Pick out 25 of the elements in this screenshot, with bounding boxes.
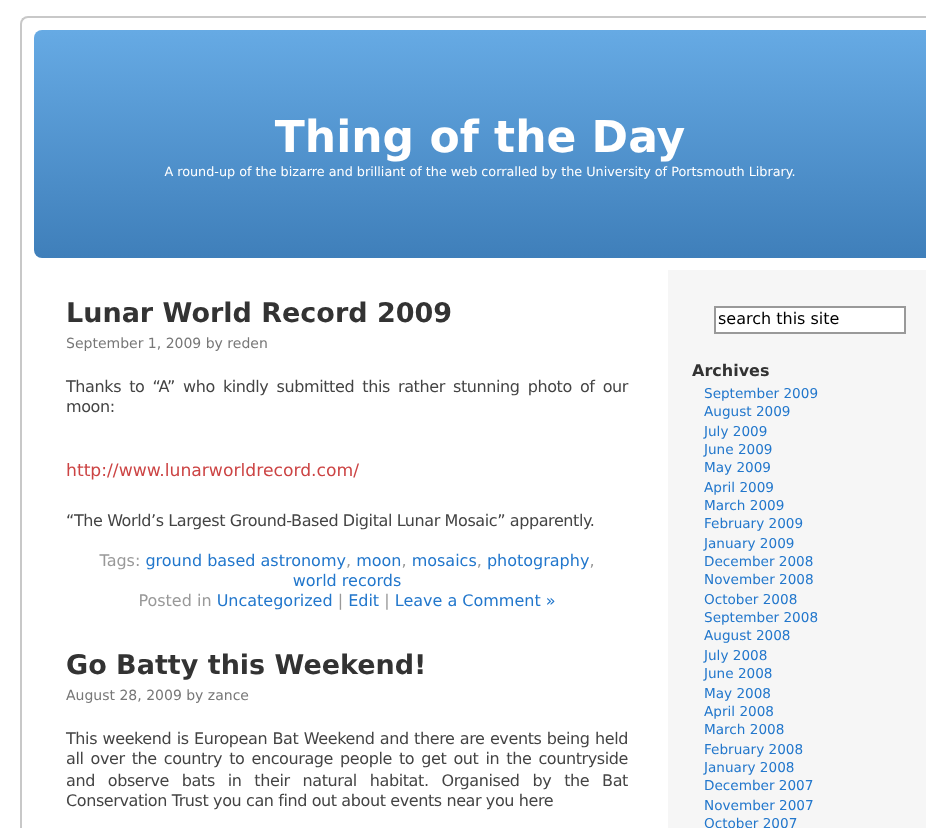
- site-title[interactable]: Thing of the Day: [274, 116, 686, 164]
- post-action-link[interactable]: Edit: [348, 592, 380, 610]
- post-paragraph: “The World’s Largest Ground-Based Digital Lunar Mosaic” apparently.: [66, 511, 597, 532]
- category-link[interactable]: Uncategorized: [216, 592, 333, 610]
- tag-link[interactable]: world records: [292, 572, 402, 590]
- post-title[interactable]: Go Batty this Weekend!: [66, 650, 628, 684]
- post-paragraph: This weekend is European Bat Weekend and there are events being held all over the country to encourage people to get out in the countryside and observe bats in their natural habitat. Organised by the Bat Conservation Trust you can find out about events near you here: [66, 729, 628, 813]
- separator: ,: [401, 552, 409, 570]
- post-title[interactable]: Lunar World Record 2009: [66, 298, 628, 332]
- archives-heading: Archives: [692, 360, 772, 384]
- tag-link[interactable]: mosaics: [411, 552, 477, 570]
- tag-link[interactable]: photography: [486, 552, 590, 570]
- separator: ,: [589, 552, 595, 570]
- post-link[interactable]: http://www.lunarworldrecord.com/: [66, 461, 360, 481]
- posted-label: Posted in: [138, 592, 214, 610]
- separator: |: [335, 592, 346, 610]
- separator: |: [382, 592, 392, 610]
- post-paragraph: Thanks to “A” who kindly submitted this rather stunning photo of our moon:: [66, 377, 628, 419]
- post-action-link[interactable]: Leave a Comment »: [394, 592, 556, 610]
- separator: ,: [345, 552, 354, 570]
- tag-link[interactable]: ground based astronomy: [145, 552, 346, 570]
- tags-label: Tags:: [99, 552, 143, 570]
- search-field[interactable]: search this site: [714, 305, 906, 333]
- separator: ,: [476, 552, 484, 570]
- tag-link[interactable]: moon: [356, 552, 402, 570]
